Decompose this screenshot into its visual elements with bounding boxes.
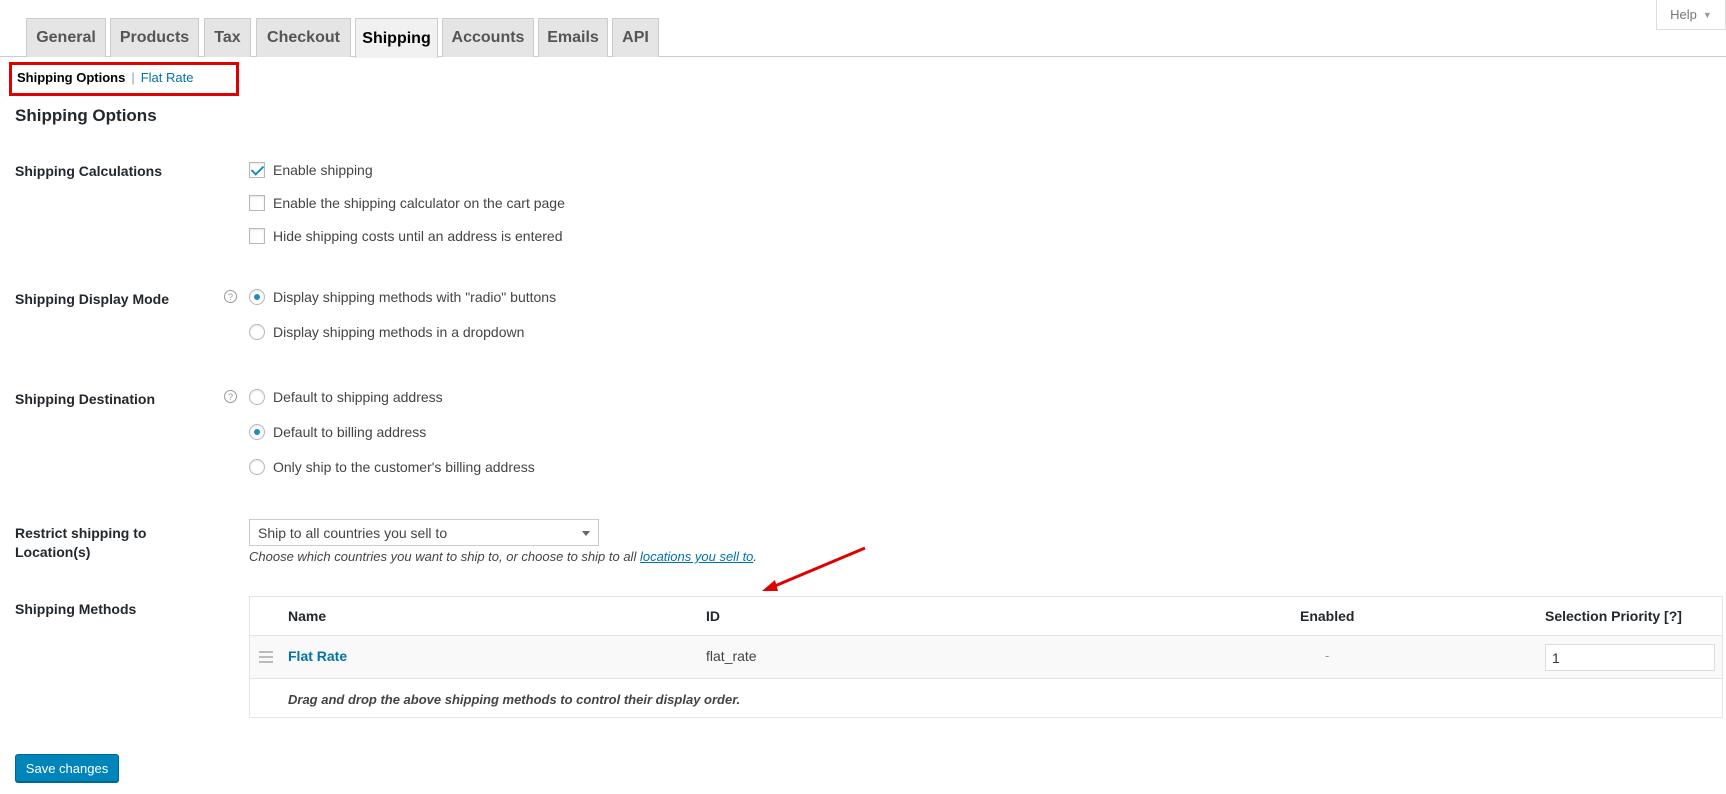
save-changes-button[interactable]: Save changes <box>15 754 119 782</box>
header-name: Name <box>288 608 327 624</box>
table-row[interactable]: Flat Rate flat_rate - 1 <box>250 636 1722 679</box>
header-enabled: Enabled <box>1300 608 1355 624</box>
shipping-methods-table: Name ID Enabled Selection Priority [?] F… <box>249 596 1723 718</box>
header-priority[interactable]: Selection Priority [?] <box>1545 608 1682 624</box>
method-id: flat_rate <box>706 648 757 664</box>
method-name-link[interactable]: Flat Rate <box>288 648 347 664</box>
methods-label: Shipping Methods <box>15 601 137 617</box>
header-id: ID <box>706 608 720 624</box>
table-header: Name ID Enabled Selection Priority [?] <box>250 597 1722 636</box>
drag-handle-icon[interactable] <box>259 651 273 666</box>
method-enabled: - <box>1325 648 1330 663</box>
table-footer-note: Drag and drop the above shipping methods… <box>288 692 741 707</box>
priority-input[interactable]: 1 <box>1545 644 1715 671</box>
